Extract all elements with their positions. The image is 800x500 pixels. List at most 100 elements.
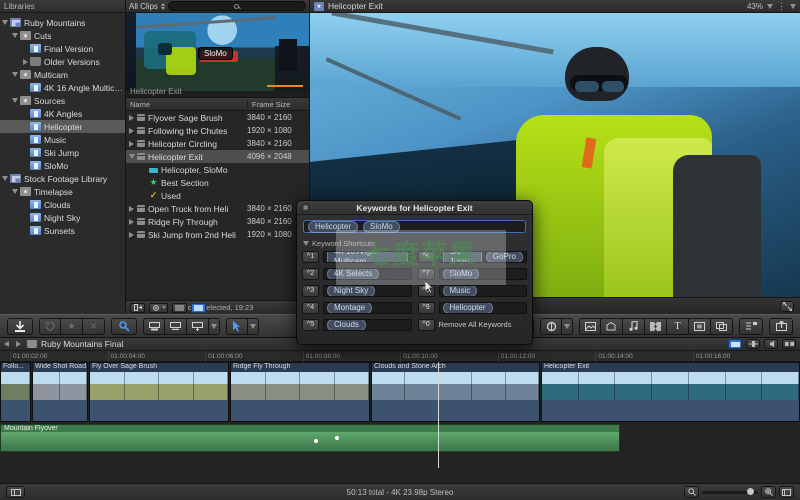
- libraries-tree[interactable]: Ruby Mountains Cuts Final Version Older Ver…: [0, 13, 125, 314]
- keyword-token[interactable]: GoPro: [485, 251, 523, 262]
- sidebar-item-4k-angles[interactable]: 4K Angles: [0, 107, 125, 120]
- keyword-icon[interactable]: [39, 317, 61, 335]
- volume-keyframe-2[interactable]: [335, 436, 339, 440]
- audio-skimming-icon[interactable]: [764, 339, 778, 349]
- remove-all-keywords-row[interactable]: ^0 Remove All Keywords: [417, 318, 528, 331]
- chevron-down-icon[interactable]: [767, 3, 773, 9]
- keyword-editor-dialog[interactable]: ✕ Keywords for Helicopter Exit Helicopte…: [296, 200, 533, 345]
- keyword-token[interactable]: SloMo: [442, 268, 480, 279]
- primary-video-storyline[interactable]: Follo... Wide Shot Road... Fly Over Sage B…: [0, 362, 800, 422]
- clip-filter-label[interactable]: All Clips: [129, 2, 158, 11]
- shortcut-keyword-field[interactable]: Music: [438, 284, 527, 297]
- disclosure-closed-icon[interactable]: [126, 114, 137, 121]
- disclosure-closed-icon[interactable]: [126, 231, 137, 238]
- themes-icon[interactable]: [711, 317, 733, 335]
- sidebar-item-final-version[interactable]: Final Version: [0, 42, 125, 55]
- select-tool-icon[interactable]: [226, 317, 248, 335]
- magnifier-icon[interactable]: [111, 317, 137, 335]
- shortcut-key[interactable]: ^5: [302, 318, 319, 331]
- reject-icon[interactable]: ✕: [83, 317, 105, 335]
- disclosure-closed-icon[interactable]: [126, 140, 137, 147]
- text-icon[interactable]: T: [667, 317, 689, 335]
- list-item[interactable]: ★ Best Section: [126, 176, 309, 189]
- list-view-icon[interactable]: [172, 302, 187, 313]
- sidebar-item-older-versions[interactable]: Older Versions: [0, 55, 125, 68]
- table-row[interactable]: Ridge Fly Through 3840 × 2160: [126, 215, 309, 228]
- timeline-clip[interactable]: Clouds and Stone Arch: [371, 362, 540, 422]
- disclosure-closed-icon[interactable]: [126, 205, 137, 212]
- table-row[interactable]: Flyover Sage Brush 3840 × 2160: [126, 111, 309, 124]
- timeline-clip[interactable]: Fly Over Sage Brush: [89, 362, 229, 422]
- fullscreen-icon[interactable]: [780, 300, 794, 312]
- list-item[interactable]: ✓ Used: [126, 189, 309, 202]
- gear-icon[interactable]: [149, 302, 168, 313]
- generators-icon[interactable]: [689, 317, 711, 335]
- timeline-clip[interactable]: Wide Shot Road...: [32, 362, 88, 422]
- clip-preview-filmstrip[interactable]: SloMo Helicopter Exit: [126, 13, 309, 98]
- sidebar-item-slomo[interactable]: SloMo: [0, 159, 125, 172]
- disclosure-closed-icon[interactable]: [126, 127, 137, 134]
- keyword-token[interactable]: Montage: [327, 302, 373, 313]
- index-icon[interactable]: [739, 317, 763, 335]
- clip-list[interactable]: Flyover Sage Brush 3840 × 2160 Following t…: [126, 111, 309, 300]
- chevron-updown-icon[interactable]: [160, 2, 165, 10]
- color-menu-icon[interactable]: [562, 317, 573, 335]
- disclosure-open-icon[interactable]: [126, 154, 137, 159]
- shortcut-keyword-field[interactable]: Clouds: [323, 318, 412, 331]
- keyword-token[interactable]: SloMo: [363, 220, 400, 233]
- color-board-icon[interactable]: [540, 317, 562, 335]
- sidebar-item-cuts[interactable]: Cuts: [0, 29, 125, 42]
- viewer-zoom-level[interactable]: 43%: [747, 2, 763, 11]
- sidebar-item-ski-jump[interactable]: Ski Jump: [0, 146, 125, 159]
- sidebar-item-4k-16-angle-multicam[interactable]: 4K 16 Angle Multicam: [0, 81, 125, 94]
- keyword-token[interactable]: Clouds: [327, 319, 366, 330]
- keyword-token[interactable]: Music: [442, 285, 478, 296]
- forward-icon[interactable]: [16, 341, 21, 347]
- sidebar-item-clouds[interactable]: Clouds: [0, 198, 125, 211]
- snapping-icon[interactable]: [782, 339, 796, 349]
- keyword-token[interactable]: 4K 16 Angle Multicam: [327, 251, 408, 262]
- shortcut-keyword-field[interactable]: Ski Jump GoPro: [438, 250, 527, 263]
- disclosure-open-icon[interactable]: [0, 176, 10, 181]
- shortcut-keyword-field[interactable]: Montage: [323, 301, 412, 314]
- timeline-clip[interactable]: Follo...: [0, 362, 31, 422]
- sidebar-item-stock-footage-library[interactable]: Stock Footage Library: [0, 172, 125, 185]
- keyword-token[interactable]: Helicopter: [308, 220, 359, 233]
- column-header-frame-size[interactable]: Frame Size: [247, 99, 309, 109]
- chevron-down-icon-2[interactable]: [790, 3, 796, 9]
- disclosure-open-icon[interactable]: [10, 189, 20, 194]
- sidebar-item-music[interactable]: Music: [0, 133, 125, 146]
- import-media-icon[interactable]: [7, 317, 33, 335]
- shortcut-keyword-field[interactable]: 4K 16 Angle Multicam: [323, 250, 412, 263]
- keyword-dialog-titlebar[interactable]: ✕ Keywords for Helicopter Exit: [297, 201, 532, 215]
- shortcut-key[interactable]: ^9: [417, 301, 435, 314]
- timeline-index-icon[interactable]: [6, 486, 25, 498]
- shortcut-key[interactable]: ^3: [302, 284, 319, 297]
- sidebar-item-ruby-mountains[interactable]: Ruby Mountains: [0, 16, 125, 29]
- shortcut-keyword-field[interactable]: Night Sky: [323, 284, 412, 297]
- keyword-input-field[interactable]: Helicopter SloMo: [303, 220, 526, 233]
- volume-keyframe-1[interactable]: [314, 439, 318, 443]
- transitions-icon[interactable]: [645, 317, 667, 335]
- disclosure-open-icon[interactable]: [0, 20, 10, 25]
- shortcut-key[interactable]: ^6: [417, 250, 435, 263]
- close-icon[interactable]: ✕: [301, 203, 310, 212]
- overwrite-menu-icon[interactable]: [209, 317, 220, 335]
- shortcut-key[interactable]: ^7: [417, 267, 435, 280]
- audio-clip[interactable]: Mountain Flyover: [0, 424, 620, 452]
- table-row[interactable]: Helicopter Circling 3840 × 2160: [126, 137, 309, 150]
- sidebar-item-sources[interactable]: Sources: [0, 94, 125, 107]
- browser-search-input[interactable]: [167, 1, 306, 11]
- fit-icon[interactable]: [779, 486, 794, 498]
- disclosure-closed-icon[interactable]: [126, 218, 137, 225]
- keyword-shortcuts-section[interactable]: Keyword Shortcuts: [303, 239, 532, 248]
- shortcut-key[interactable]: ^1: [302, 250, 319, 263]
- keyword-token[interactable]: Ski Jump: [442, 251, 482, 262]
- select-tool-menu-icon[interactable]: [248, 317, 259, 335]
- insert-edit-icon[interactable]: [143, 317, 165, 335]
- disclosure-open-icon[interactable]: [10, 98, 20, 103]
- titles-icon[interactable]: [601, 317, 623, 335]
- favorite-icon[interactable]: ★: [61, 317, 83, 335]
- sidebar-item-timelapse[interactable]: Timelapse: [0, 185, 125, 198]
- keyword-token[interactable]: Night Sky: [327, 285, 376, 296]
